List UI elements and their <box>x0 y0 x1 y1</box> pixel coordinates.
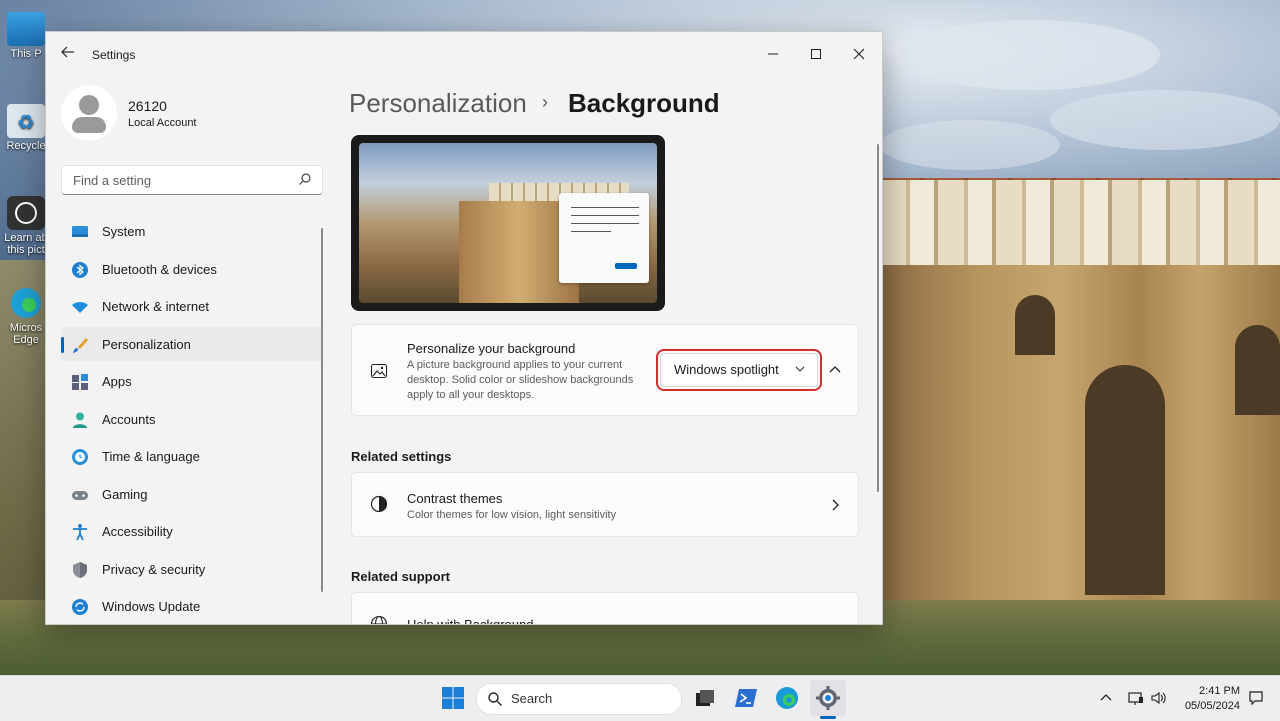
breadcrumb-separator: › <box>542 92 548 112</box>
account-type: Local Account <box>128 117 197 129</box>
network-icon[interactable] <box>1128 690 1144 706</box>
search-icon <box>299 173 311 185</box>
chevron-up-icon[interactable] <box>828 363 842 377</box>
background-type-dropdown[interactable]: Windows spotlight <box>656 349 822 391</box>
contrast-themes-title: Contrast themes <box>407 491 503 506</box>
powershell-icon[interactable] <box>733 685 759 711</box>
dropdown-selected-value: Windows spotlight <box>674 362 779 377</box>
task-view-icon[interactable] <box>692 685 718 711</box>
settings-window: Settings 26120 Local Account System Blue… <box>45 31 883 625</box>
user-name: 26120 <box>128 98 167 114</box>
sidebar-item-apps[interactable]: Apps <box>61 364 323 398</box>
windows-start-icon[interactable] <box>441 686 465 710</box>
chevron-up-icon[interactable] <box>1098 690 1114 706</box>
preview-image <box>359 143 657 303</box>
sidebar-item-time-language[interactable]: Time & language <box>61 439 323 473</box>
sidebar-scrollbar[interactable] <box>321 228 323 592</box>
breadcrumb-parent[interactable]: Personalization <box>349 88 527 119</box>
sidebar-item-accessibility[interactable]: Accessibility <box>61 514 323 548</box>
sidebar-item-personalization[interactable]: Personalization <box>61 326 323 361</box>
shield-icon <box>73 561 87 578</box>
clock-icon <box>72 449 88 465</box>
avatar[interactable] <box>61 85 117 141</box>
personalize-description: A picture background applies to your cur… <box>407 359 634 401</box>
close-button[interactable] <box>847 42 871 66</box>
contrast-icon <box>370 495 388 513</box>
monitor-icon <box>7 12 45 46</box>
speaker-icon[interactable] <box>1150 690 1166 706</box>
desktop-icon-this-pc[interactable]: This P <box>4 12 48 60</box>
search-input[interactable] <box>71 172 295 189</box>
taskbar: Search 2:41 PM 05/05/2024 <box>0 675 1280 721</box>
edge-icon[interactable] <box>774 685 800 711</box>
page-title: Background <box>568 88 720 118</box>
svg-text:♻: ♻ <box>17 112 35 134</box>
search-icon <box>488 692 502 706</box>
chevron-down-icon <box>795 366 805 372</box>
gear-icon[interactable] <box>815 685 841 711</box>
settings-search[interactable] <box>61 165 323 195</box>
gamepad-icon <box>72 490 88 500</box>
recycle-bin-icon: ♻ <box>7 104 45 138</box>
maximize-icon <box>811 49 821 59</box>
apps-icon <box>72 374 88 390</box>
preview-window-mock <box>559 193 649 283</box>
system-icon <box>72 226 88 237</box>
personalize-background-card: Personalize your background A picture ba… <box>351 324 859 416</box>
related-settings-heading: Related settings <box>351 449 452 464</box>
desktop-icon-edge[interactable]: Micros Edge <box>4 286 48 346</box>
minimize-button[interactable] <box>761 42 785 66</box>
sidebar-item-system[interactable]: System <box>61 214 323 248</box>
update-icon <box>72 599 88 615</box>
background-preview <box>351 135 665 311</box>
personalize-title: Personalize your background <box>407 341 576 356</box>
taskbar-date[interactable]: 05/05/2024 <box>1180 700 1240 712</box>
image-icon <box>370 363 388 379</box>
notification-icon[interactable] <box>1248 690 1264 706</box>
maximize-button[interactable] <box>804 42 828 66</box>
bluetooth-icon <box>72 261 88 278</box>
sidebar-item-windows-update[interactable]: Windows Update <box>61 589 323 623</box>
help-with-background-card[interactable]: Help with Background <box>351 592 859 625</box>
sidebar-item-accounts[interactable]: Accounts <box>61 402 323 436</box>
accounts-icon <box>73 412 87 428</box>
active-app-indicator <box>820 716 836 719</box>
desktop-icon-recycle-bin[interactable]: ♻ Recycle <box>4 104 48 152</box>
brush-icon <box>73 337 88 353</box>
content-scrollbar[interactable] <box>877 144 879 492</box>
help-with-background-title: Help with Background <box>407 617 534 625</box>
edge-icon <box>7 286 45 320</box>
accessibility-icon <box>73 524 87 541</box>
window-title: Settings <box>92 48 136 62</box>
taskbar-search[interactable]: Search <box>476 683 682 715</box>
close-icon <box>853 48 865 60</box>
related-support-heading: Related support <box>351 569 450 584</box>
title-bar: Settings <box>46 32 882 76</box>
globe-icon <box>370 615 388 624</box>
sidebar-item-bluetooth[interactable]: Bluetooth & devices <box>61 252 323 286</box>
desktop-icon-learn-about-picture[interactable]: Learn ab this pict <box>4 196 48 256</box>
sidebar-item-gaming[interactable]: Gaming <box>61 477 323 511</box>
contrast-themes-card[interactable]: Contrast themes Color themes for low vis… <box>351 472 859 537</box>
minimize-icon <box>768 53 778 55</box>
taskbar-time[interactable]: 2:41 PM <box>1196 685 1240 697</box>
wifi-icon <box>72 302 88 313</box>
sidebar-item-privacy-security[interactable]: Privacy & security <box>61 552 323 586</box>
sidebar-item-network[interactable]: Network & internet <box>61 289 323 323</box>
back-button[interactable] <box>60 44 76 60</box>
sidebar-nav: System Bluetooth & devices Network & int… <box>61 214 323 624</box>
arrow-left-icon <box>61 46 74 58</box>
camera-icon <box>7 196 45 230</box>
contrast-themes-description: Color themes for low vision, light sensi… <box>407 509 617 521</box>
chevron-right-icon <box>832 499 839 511</box>
